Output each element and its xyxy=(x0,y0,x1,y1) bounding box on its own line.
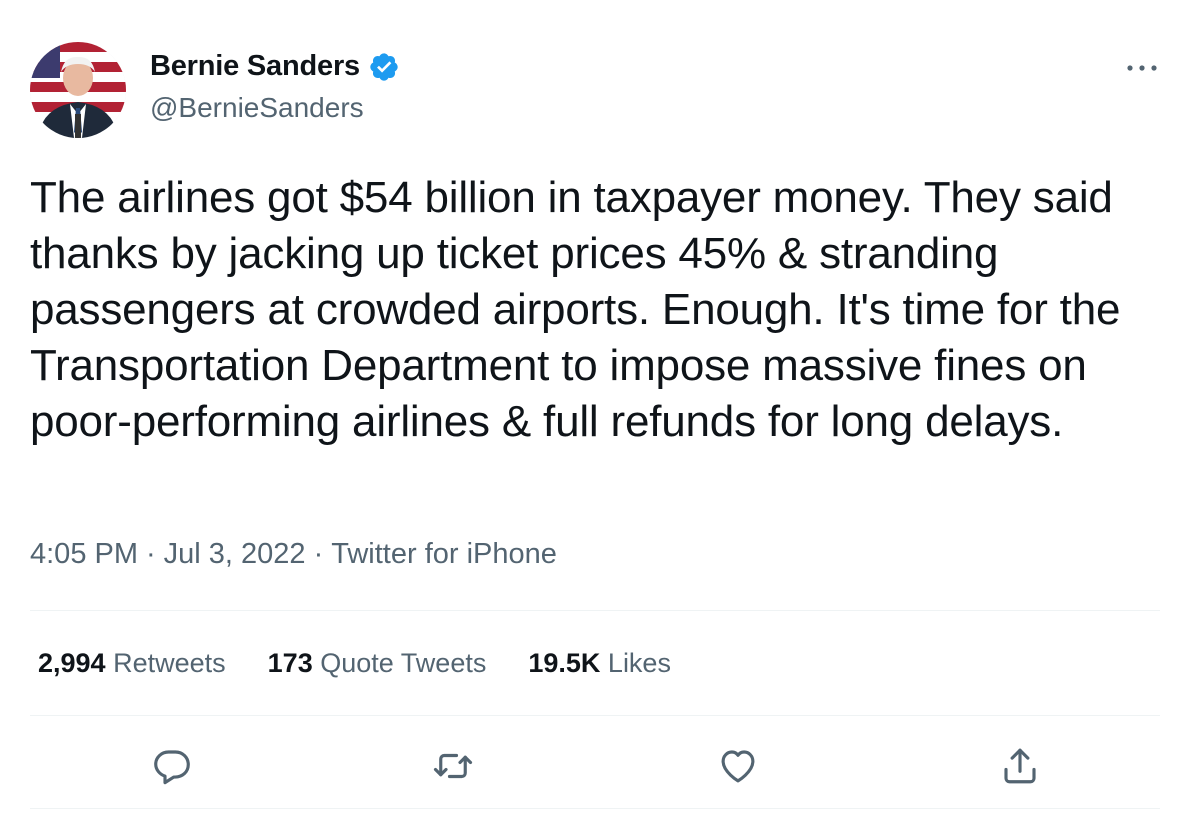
likes-count: 19.5K xyxy=(528,648,601,678)
divider xyxy=(30,715,1160,716)
divider xyxy=(30,808,1160,809)
divider xyxy=(30,610,1160,611)
heart-icon xyxy=(721,750,755,783)
retweets-count: 2,994 xyxy=(38,648,106,678)
reply-icon xyxy=(154,750,190,785)
likes-label: Likes xyxy=(607,648,671,678)
quote-tweets-stat[interactable]: 173 Quote Tweets xyxy=(268,648,487,679)
retweets-stat[interactable]: 2,994 Retweets xyxy=(38,648,226,679)
tweet-date[interactable]: Jul 3, 2022 xyxy=(164,538,306,571)
engagement-stats: 2,994 Retweets 173 Quote Tweets 19.5K Li… xyxy=(38,648,671,679)
verified-badge-icon xyxy=(370,52,398,81)
avatar-photo xyxy=(30,42,126,138)
tweet-metadata: 4:05 PM · Jul 3, 2022 · Twitter for iPho… xyxy=(30,538,557,571)
display-name[interactable]: Bernie Sanders xyxy=(150,50,360,83)
action-bar xyxy=(0,738,1200,794)
more-options-icon[interactable] xyxy=(1124,56,1160,80)
quote-tweets-label: Quote Tweets xyxy=(320,648,487,678)
meta-separator: · xyxy=(146,538,156,570)
tweet-source[interactable]: Twitter for iPhone xyxy=(331,538,557,571)
tweet-text: The airlines got $54 billion in taxpayer… xyxy=(30,173,1121,446)
share-button[interactable] xyxy=(992,738,1048,794)
meta-separator: · xyxy=(313,538,324,570)
share-icon xyxy=(1004,748,1036,784)
retweet-button[interactable] xyxy=(425,738,481,794)
author-name-row: Bernie Sanders xyxy=(150,50,400,83)
author-handle[interactable]: @BernieSanders xyxy=(150,92,364,124)
avatar[interactable] xyxy=(30,42,126,138)
retweet-icon xyxy=(433,753,473,779)
retweets-label: Retweets xyxy=(113,648,226,678)
tweet-time[interactable]: 4:05 PM xyxy=(30,538,138,571)
quote-tweets-count: 173 xyxy=(267,648,313,678)
like-button[interactable] xyxy=(710,738,766,794)
reply-button[interactable] xyxy=(144,738,200,794)
likes-stat[interactable]: 19.5K Likes xyxy=(528,648,671,679)
